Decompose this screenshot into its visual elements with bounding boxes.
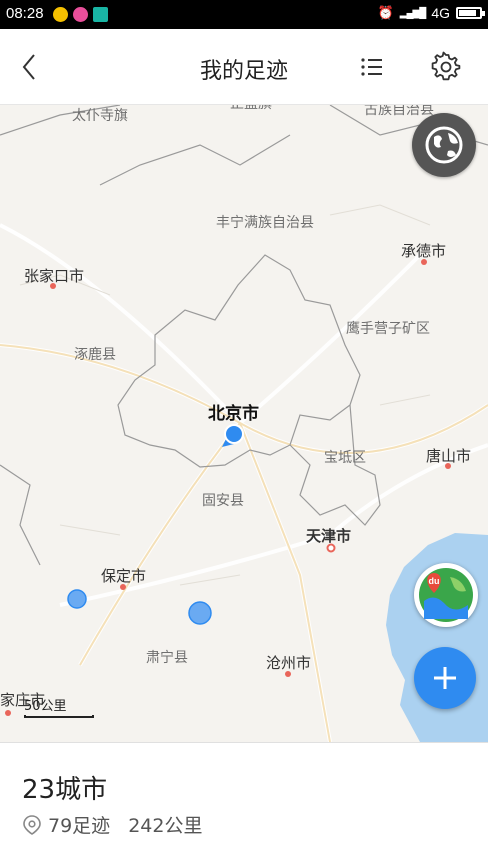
globe-icon	[425, 126, 463, 164]
footprint-marker[interactable]	[67, 589, 87, 609]
map-label: 唐山市	[426, 447, 472, 465]
footprint-count: 79足迹	[48, 815, 111, 837]
map-label: 丰宁满族自治县	[216, 215, 314, 231]
list-view-button[interactable]	[358, 53, 386, 81]
signal-icon: ▂▄▆█	[399, 7, 427, 19]
map-label: 正蓝旗	[230, 105, 272, 113]
map-label: 宝坻区	[324, 450, 366, 466]
distance-total: 242公里	[128, 815, 203, 837]
footprint-map[interactable]: 太仆寺旗 正蓝旗 古族自治县 丰宁满族自治县 承德市 张家口市 鹰手营子矿区 涿…	[0, 105, 488, 742]
map-label: 涿鹿县	[74, 347, 116, 363]
footprint-marker[interactable]	[188, 601, 212, 625]
battery-icon	[456, 7, 485, 19]
notification-app-icon	[53, 7, 68, 22]
map-label: 张家口市	[24, 267, 85, 285]
location-pin-icon	[23, 814, 41, 835]
page-title: 我的足迹	[199, 59, 288, 84]
notification-app-icon	[73, 7, 88, 22]
city-count: 23城市	[22, 775, 108, 805]
globe-view-button[interactable]	[412, 113, 476, 177]
add-footprint-button[interactable]	[414, 647, 476, 709]
map-label: 沧州市	[266, 654, 312, 672]
svg-text:du: du	[429, 576, 440, 586]
map-label: 天津市	[306, 527, 352, 545]
map-label: 固安县	[202, 493, 244, 509]
footprint-stats: 79足迹 242公里	[22, 811, 202, 838]
list-icon	[361, 58, 382, 76]
map-label: 北京市	[208, 404, 259, 424]
map-scale-bar	[24, 715, 94, 718]
map-label: 肃宁县	[146, 650, 188, 666]
map-scale-label: 50公里	[24, 699, 67, 714]
status-time: 08:28	[6, 5, 44, 22]
gear-icon	[431, 51, 461, 81]
map-label: 承德市	[401, 242, 447, 260]
footprint-summary[interactable]: 23城市 79足迹 242公里	[0, 742, 488, 851]
notification-app-icon	[93, 7, 108, 22]
map-label: 太仆寺旗	[72, 108, 128, 124]
app-header: 我的足迹	[0, 29, 488, 105]
alarm-icon: ⏰	[377, 5, 394, 20]
status-right: ⏰ ▂▄▆█ 4G	[377, 5, 485, 21]
settings-button[interactable]	[430, 51, 462, 83]
map-label: 保定市	[101, 567, 147, 585]
plus-icon	[434, 667, 456, 689]
network-type: 4G	[431, 5, 450, 21]
baidu-du-map-icon: du	[419, 568, 473, 622]
status-bar: 08:28 ⏰ ▂▄▆█ 4G	[0, 0, 488, 29]
current-location-marker[interactable]	[224, 424, 244, 444]
du-map-button[interactable]: du	[414, 563, 478, 627]
map-label: 鹰手营子矿区	[346, 321, 430, 337]
